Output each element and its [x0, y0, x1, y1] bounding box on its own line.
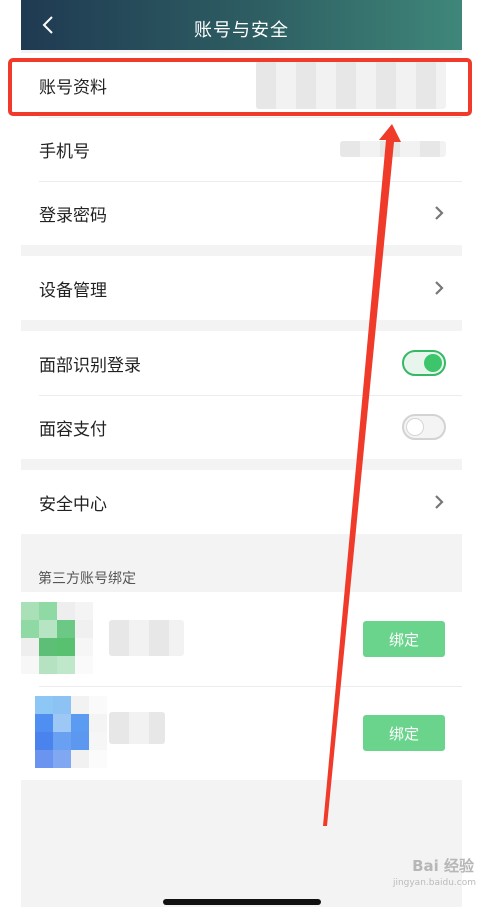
baidu-watermark-url: jingyan.baidu.com [392, 878, 476, 888]
annotation-arrow [323, 124, 401, 826]
baidu-watermark: Bai 经验 [412, 857, 474, 875]
home-indicator[interactable] [163, 899, 321, 905]
